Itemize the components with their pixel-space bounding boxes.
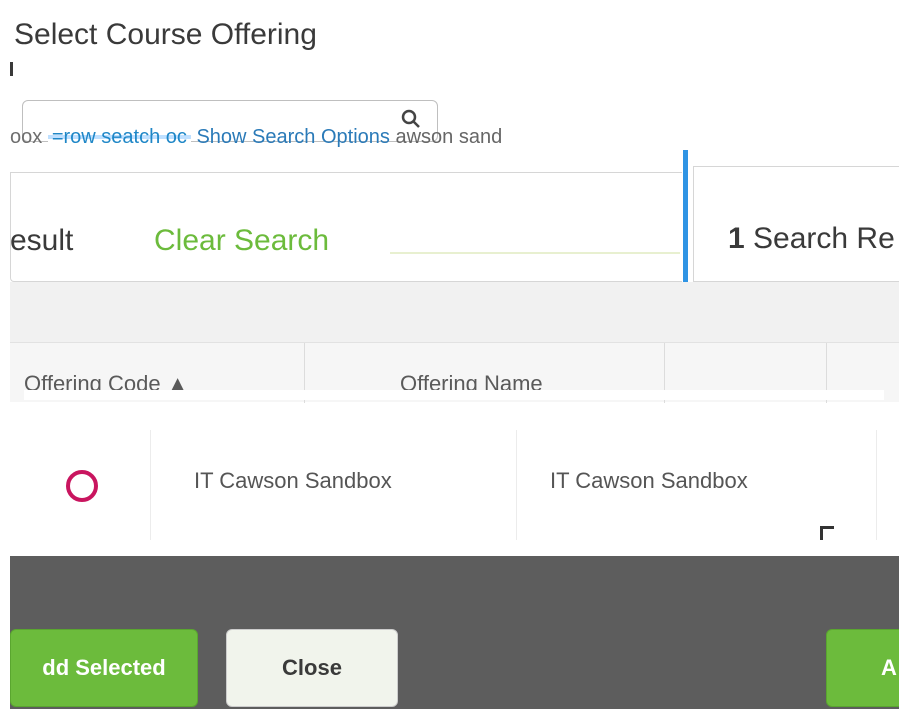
results-panel-left [10,172,682,282]
column-separator [876,430,877,540]
add-button[interactable]: A [826,629,899,707]
show-search-options-link[interactable]: Show Search Options [196,126,389,148]
table-row[interactable]: IT Cawson Sandbox IT Cawson Sandbox [10,430,899,540]
results-count-number: 1 [728,222,745,255]
text-cursor [10,62,13,76]
clear-search-link[interactable]: Clear Search [154,224,329,258]
column-separator [516,430,517,540]
search-ghost-text-right: awson sand [395,126,503,148]
column-separator [150,430,151,540]
dialog-title: Select Course Offering [14,18,317,51]
header-mask [24,390,884,400]
results-count-label: Search Re [753,222,895,255]
cell-offering-name: IT Cawson Sandbox [550,468,748,493]
row-select-radio[interactable] [66,470,98,502]
results-underline [390,252,680,254]
search-results-count: 1 Search Re [728,222,895,256]
search-placeholder: oox [10,126,43,148]
grey-band [10,282,899,342]
dialog-footer: dd Selected Close A [10,556,899,709]
add-selected-button[interactable]: dd Selected [10,629,198,707]
search-ghost-text: =row seatch oc [47,126,191,148]
cell-offering-code: IT Cawson Sandbox [194,468,392,493]
resize-handle-icon [820,526,834,540]
close-button[interactable]: Close [226,629,398,707]
results-label: esult [10,224,74,257]
search-overlay-text: oox =row seatch oc Show Search Options a… [10,126,899,158]
